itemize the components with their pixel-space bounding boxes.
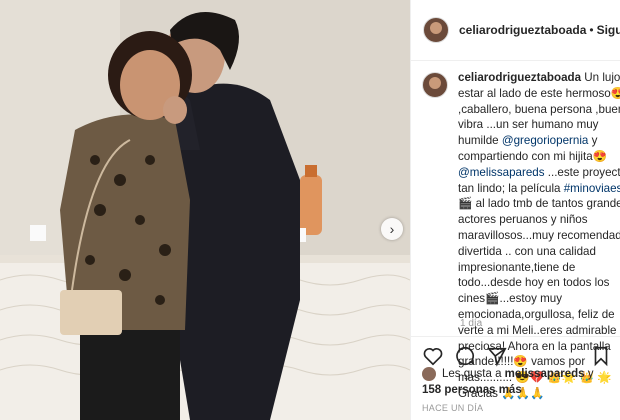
likes-connector: y xyxy=(584,368,594,380)
share-icon[interactable] xyxy=(486,345,508,367)
separator-dot: • xyxy=(589,23,594,37)
header-username[interactable]: celiarodrigueztaboada xyxy=(459,23,586,37)
bookmark-icon[interactable] xyxy=(590,345,612,367)
photo-illustration xyxy=(0,0,410,420)
mention-melissapareds[interactable]: @melissapareds xyxy=(458,166,545,179)
likes-count[interactable]: 158 personas más xyxy=(422,384,522,396)
hashtag-minoviaesel[interactable]: #minoviaesel xyxy=(564,182,620,195)
liker-avatar[interactable] xyxy=(422,366,436,381)
heart-icon[interactable] xyxy=(422,345,444,367)
next-arrow-icon[interactable]: › xyxy=(381,218,403,240)
comment-time: 1 día xyxy=(460,318,483,329)
post-date[interactable]: HACE UN DÍA xyxy=(422,403,483,413)
avatar[interactable] xyxy=(423,17,449,43)
likes-prefix: Les gusta a xyxy=(442,368,505,380)
post-header: celiarodrigueztaboada • Siguiendo xyxy=(411,0,620,61)
comment-icon[interactable] xyxy=(454,345,476,367)
caption-username[interactable]: celiarodrigueztaboada xyxy=(458,71,581,84)
following-button[interactable]: Siguiendo xyxy=(597,23,620,37)
mention-gregoriopernia[interactable]: @gregoriopernia xyxy=(502,134,589,147)
likes-summary: Les gusta a melissapareds y 158 personas… xyxy=(422,366,594,398)
post-photo[interactable]: › xyxy=(0,0,410,420)
liker-username[interactable]: melissapareds xyxy=(505,368,585,380)
caption-avatar[interactable] xyxy=(422,72,448,98)
